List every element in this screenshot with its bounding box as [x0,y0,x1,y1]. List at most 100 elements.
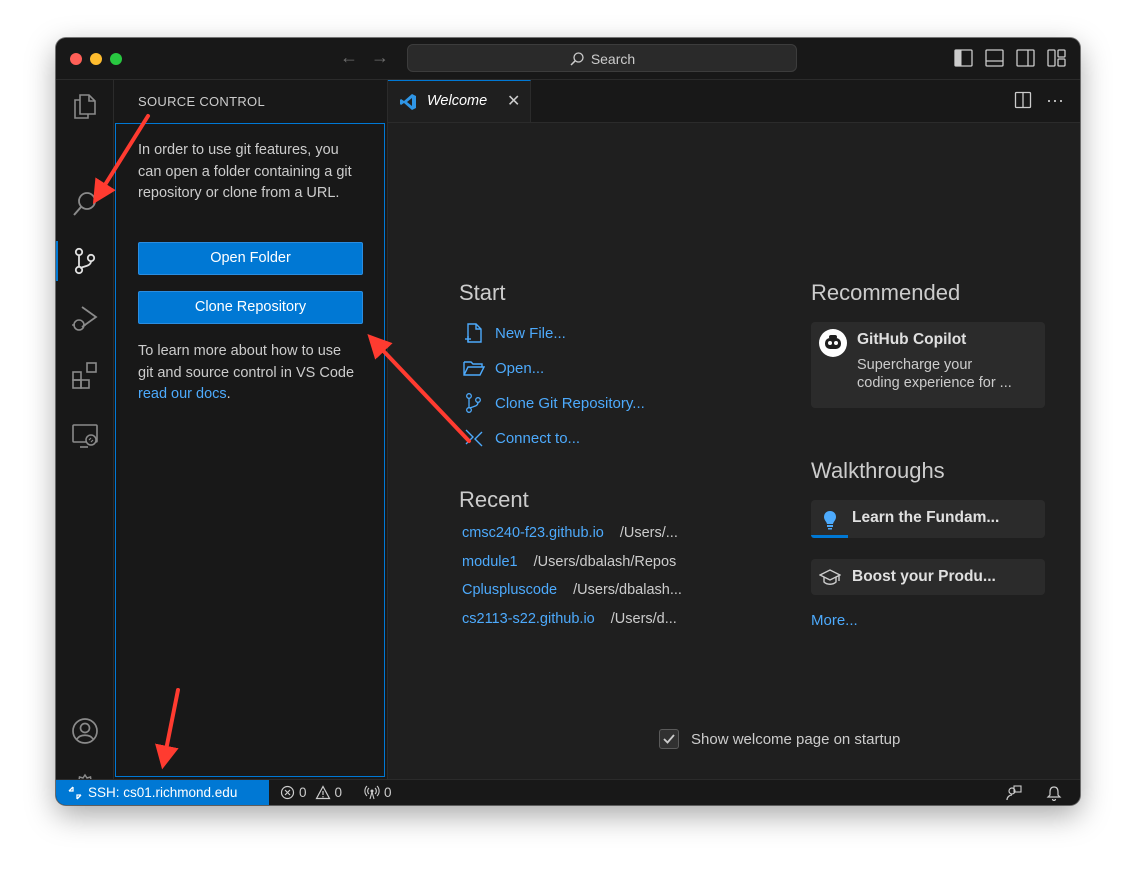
sidebar-title: SOURCE CONTROL [138,94,265,109]
recent-path: /Users/dbalash/Repos [533,554,677,570]
source-control-panel: In order to use git features, you can op… [115,123,385,777]
warning-icon [315,785,331,800]
start-open[interactable]: Open... [463,357,544,379]
walkthrough-progress-bar [811,535,849,538]
error-icon [280,785,295,800]
split-editor-icon[interactable] [1014,91,1032,109]
check-icon [663,734,675,744]
tab-label: Welcome [427,93,488,109]
search-icon [570,52,584,66]
title-bar: ← → Search [56,38,1080,80]
remote-icon [68,786,82,799]
recent-item[interactable]: module1/Users/dbalash/Repos [462,554,676,570]
tab-bar: Welcome ✕ ··· [388,80,1080,123]
problems-indicator[interactable]: 0 0 [280,780,342,805]
source-control-icon [466,393,481,413]
activity-accounts[interactable] [56,707,113,755]
sc-learn-more-text: To learn more about how to use git and s… [138,341,358,406]
recent-name: Cpluspluscode [462,582,558,598]
walkthrough-label: Learn the Fundam... [852,509,1000,526]
activity-remote-explorer[interactable] [56,412,113,460]
remote-icon [465,429,483,447]
toggle-panel-icon[interactable] [985,49,1004,67]
walkthrough-label: Boost your Produ... [852,568,996,585]
recent-heading: Recent [459,487,529,512]
warning-count: 0 [334,785,343,800]
ports-indicator[interactable]: 0 [364,780,392,805]
files-icon [73,94,96,119]
arrow-left-icon[interactable]: ← [340,47,358,68]
broadcast-icon [364,785,380,800]
copilot-icon [819,329,847,357]
activity-extensions[interactable] [56,351,113,399]
maximize-window-button[interactable] [110,53,122,65]
start-new-file[interactable]: New File... [463,322,566,344]
open-folder-button[interactable]: Open Folder [138,242,363,275]
copilot-desc-line1: Supercharge your [857,357,973,373]
start-connect[interactable]: Connect to... [463,427,580,449]
editor-actions: ··· [1014,91,1064,109]
activity-bar [56,80,114,801]
recent-item[interactable]: Cpluspluscode/Users/dbalash... [462,582,682,598]
activity-explorer[interactable] [56,82,113,130]
source-control-sidebar: SOURCE CONTROL In order to use git featu… [114,80,388,779]
command-center-search[interactable]: Search [407,44,797,72]
recent-path: /Users/... [619,525,678,541]
copilot-card[interactable]: GitHub Copilot Supercharge your coding ex… [811,322,1045,408]
run-debug-icon [71,306,98,331]
status-bar-right [1006,785,1062,801]
recent-path: /Users/dbalash... [573,582,682,598]
vscode-window: ← → Search SOURCE CONTROL In order to us… [56,38,1080,805]
new-file-label: New File... [495,324,566,342]
close-icon[interactable]: ✕ [507,91,520,111]
walkthroughs-more-link[interactable]: More... [811,612,858,629]
learn-more-suffix: . [226,386,231,402]
extensions-icon [71,362,97,389]
show-welcome-toggle[interactable]: Show welcome page on startup [659,729,900,749]
editor-area: Welcome ✕ ··· Start New File... Open... … [388,80,1080,779]
remote-explorer-icon [71,424,98,448]
toggle-primary-sidebar-icon[interactable] [954,49,973,67]
recent-name: cs2113-s22.github.io [462,611,595,627]
learn-more-prefix: To learn more about how to use git and s… [138,343,355,381]
ports-count: 0 [384,785,392,800]
status-bar: SSH: cs01.richmond.edu 0 0 0 [56,779,1080,805]
error-count: 0 [299,785,307,800]
recent-name: module1 [462,554,518,570]
tab-welcome[interactable]: Welcome ✕ [388,80,531,122]
folder-open-icon [463,361,485,376]
activity-search[interactable] [56,180,113,228]
activity-run-debug[interactable] [56,294,113,342]
account-icon [71,718,98,744]
toggle-secondary-sidebar-icon[interactable] [1016,49,1035,67]
activity-source-control[interactable] [56,237,113,285]
clone-git-label: Clone Git Repository... [495,394,645,412]
feedback-icon[interactable] [1006,785,1022,801]
remote-indicator[interactable]: SSH: cs01.richmond.edu [56,780,269,805]
bell-icon[interactable] [1046,785,1062,801]
close-window-button[interactable] [70,53,82,65]
copilot-desc-line2: coding experience for ... [857,375,1012,391]
more-actions-icon[interactable]: ··· [1046,91,1064,109]
remote-label: SSH: cs01.richmond.edu [88,785,238,800]
start-heading: Start [459,280,506,305]
clone-repository-button[interactable]: Clone Repository [138,291,363,324]
recent-item[interactable]: cs2113-s22.github.io/Users/d... [462,611,677,627]
show-welcome-checkbox[interactable] [659,729,679,749]
customize-layout-icon[interactable] [1047,49,1066,67]
start-clone-git[interactable]: Clone Git Repository... [463,392,645,414]
search-icon [72,192,96,216]
show-welcome-label: Show welcome page on startup [691,730,901,748]
mortarboard-icon [819,569,841,585]
sc-intro-text: In order to use git features, you can op… [138,142,352,201]
vscode-logo-icon [400,94,416,110]
walkthroughs-heading: Walkthroughs [811,458,945,483]
copilot-title: GitHub Copilot [857,331,967,348]
lightbulb-icon [824,511,836,530]
walkthrough-productivity[interactable]: Boost your Produ... [811,559,1045,595]
recent-item[interactable]: cmsc240-f23.github.io/Users/... [462,525,678,541]
read-docs-link[interactable]: read our docs [138,386,227,402]
walkthrough-fundamentals[interactable]: Learn the Fundam... [811,500,1045,538]
minimize-window-button[interactable] [90,53,102,65]
arrow-right-icon[interactable]: → [371,47,389,68]
